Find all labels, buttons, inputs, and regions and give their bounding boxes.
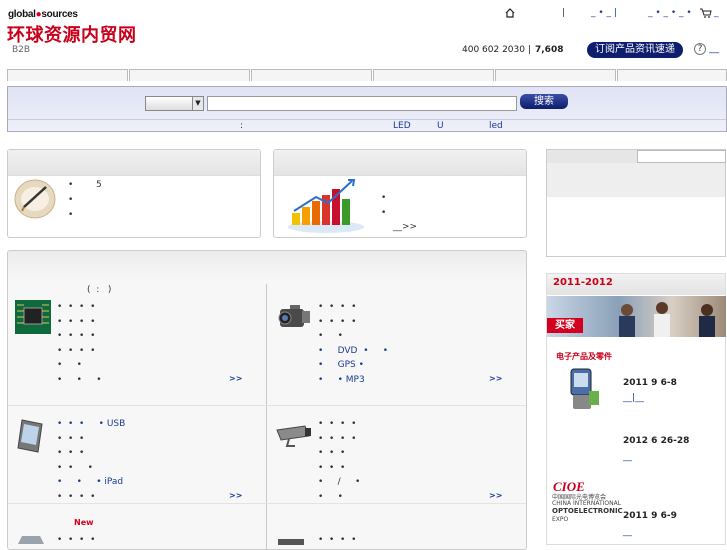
top-nav-link-2[interactable]: _ • _ | (591, 8, 617, 18)
cart-link[interactable]: _ (714, 8, 719, 18)
list-bullet: • (68, 195, 74, 205)
top-nav-link-1[interactable]: | (562, 8, 565, 18)
category-panel (7, 250, 527, 550)
brand-logo-cn[interactable]: 环球资源内贸网 (7, 21, 137, 47)
panel-header (274, 150, 526, 176)
tab-1[interactable] (7, 69, 128, 81)
category-subtitle: ( : ) (87, 285, 112, 295)
panel-header (8, 150, 260, 176)
top-nav: | _ • _ | _ • _ • _ • _ (500, 8, 725, 22)
hot-keyword-led[interactable]: LED (393, 121, 411, 131)
more-link[interactable]: >> (489, 491, 502, 500)
subscribe-button[interactable]: 订阅产品资讯速递 (587, 42, 683, 58)
hotline: 400 602 2030 | (462, 45, 531, 55)
more-link[interactable]: >> (229, 491, 242, 500)
row-divider (8, 405, 526, 406)
help-icon: ? (694, 43, 706, 55)
list-item[interactable]: 5 (96, 180, 102, 190)
event-link[interactable]: __ (623, 452, 632, 462)
more-link[interactable]: >> (489, 374, 502, 383)
tab-2[interactable] (129, 69, 250, 81)
column-divider (266, 284, 267, 549)
cart-icon[interactable] (700, 8, 712, 21)
search-button[interactable]: 搜索 (520, 94, 568, 109)
cioe-en-3: EXPO (552, 516, 569, 523)
category-list[interactable]: • • • • (57, 535, 95, 545)
category-list[interactable]: • • • • USB • • • • • • • • • • • • iPad… (57, 417, 125, 504)
list-bullet: • (381, 193, 387, 203)
side-tab-2[interactable] (637, 150, 726, 163)
tab-4[interactable] (373, 69, 494, 81)
printer-icon (16, 534, 46, 548)
device-icon (276, 538, 306, 548)
camcorder-icon (276, 303, 312, 336)
buyer-badge: 买家 (547, 318, 583, 333)
trade-show-banner[interactable]: 买家 (547, 296, 726, 337)
hot-keyword-led-lower[interactable]: led (489, 121, 503, 131)
chip-icon (14, 299, 52, 338)
list-bullet: • (381, 208, 387, 218)
list-bullet: • (68, 210, 74, 220)
category-list[interactable]: • • • • • • • • • • • • • • • • • • • • … (57, 300, 102, 387)
top-nav-link-3[interactable]: _ • _ • _ • (648, 8, 692, 18)
cioe-en-1: CHINA INTERNATIONAL (552, 500, 622, 507)
more-link[interactable]: >> (229, 374, 242, 383)
side-tab-1[interactable] (547, 150, 637, 163)
pda-icon (16, 418, 46, 457)
event-date: 2012 6 26-28 (623, 436, 690, 446)
tab-6[interactable] (617, 69, 727, 81)
hot-keywords-label: : (240, 121, 244, 131)
side-tab-panel (546, 149, 726, 257)
chevron-down-icon: ▼ (192, 97, 203, 110)
expo-electronics-logo[interactable]: 电子产品及零件 (556, 351, 612, 362)
search-category-select[interactable]: ▼ (145, 96, 204, 111)
category-list[interactable]: • • • • • • • • • • • DVD • • • GPS • • … (318, 300, 388, 387)
hot-keyword-u[interactable]: U (437, 121, 444, 131)
trade-show-title: 2011-2012 (553, 277, 613, 288)
bar-chart-icon (286, 177, 366, 238)
event-date: 2011 9 6-9 (623, 511, 677, 521)
pen-document-icon (14, 177, 58, 222)
security-camera-icon (275, 424, 313, 451)
tab-5[interactable] (495, 69, 616, 81)
new-badge: New (74, 518, 94, 527)
tab-3[interactable] (251, 69, 372, 81)
event-link[interactable]: __|__ (623, 393, 644, 403)
search-input[interactable] (207, 96, 517, 111)
category-list[interactable]: • • • • (318, 535, 356, 545)
gadget-icon (563, 363, 603, 416)
cioe-en-2: OPTOELECTRONIC (552, 507, 623, 515)
main-tabs (7, 69, 727, 81)
home-icon[interactable] (505, 8, 515, 21)
help-link[interactable]: ? __ (694, 43, 719, 55)
brand-logo-en[interactable]: global●sources (8, 9, 78, 20)
supplier-count: 7,608 (535, 45, 564, 55)
event-link[interactable]: __ (623, 527, 632, 537)
b2b-tagline: B2B (12, 45, 31, 55)
event-date: 2011 9 6-8 (623, 378, 677, 388)
list-bullet: • (68, 180, 74, 190)
category-list[interactable]: • • • • • • • • • • • • • • • / • • • (318, 417, 360, 504)
more-link[interactable]: __>> (393, 222, 417, 232)
